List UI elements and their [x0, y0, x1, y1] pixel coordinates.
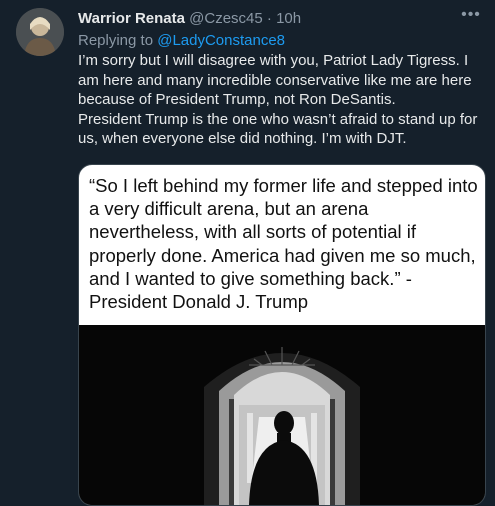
tweet-text-line: President Trump is the one who wasn’t af…	[78, 110, 478, 148]
quote-text: “So I left behind my former life and ste…	[89, 175, 478, 313]
tweet-header: Warrior Renata @Czesc45 · 10h	[78, 9, 481, 29]
replying-prefix: Replying to	[78, 32, 154, 49]
mention-link[interactable]: @LadyConstance8	[157, 32, 285, 49]
user-handle[interactable]: @Czesc45	[189, 10, 263, 27]
tweet-text-line: I’m sorry but I will disagree with you, …	[78, 52, 472, 109]
separator-dot: ·	[266, 10, 272, 27]
timestamp[interactable]: 10h	[276, 10, 301, 27]
avatar[interactable]	[16, 8, 64, 56]
media-image[interactable]: “So I left behind my former life and ste…	[78, 164, 486, 506]
display-name[interactable]: Warrior Renata	[78, 10, 185, 27]
tweet-text: I’m sorry but I will disagree with you, …	[78, 51, 488, 149]
silhouette-photo	[79, 325, 485, 505]
tweet[interactable]: Warrior Renata @Czesc45 · 10h ••• Replyi…	[0, 0, 495, 506]
more-horizontal-icon[interactable]: •••	[461, 7, 481, 28]
replying-to: Replying to @LadyConstance8	[78, 31, 285, 51]
